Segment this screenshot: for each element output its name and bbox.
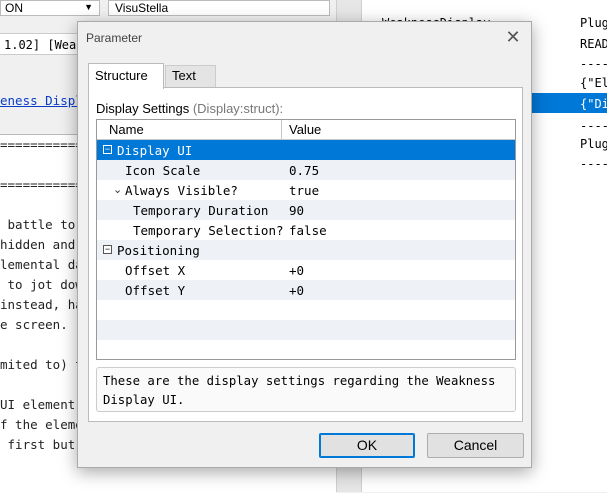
collapse-icon[interactable]: − xyxy=(103,145,112,154)
grid-row-value[interactable]: 0.75 xyxy=(289,163,319,178)
status-select[interactable]: ON ▼ xyxy=(0,0,100,16)
grid-row-value[interactable]: +0 xyxy=(289,263,304,278)
grid-row-name: Temporary Selection? xyxy=(133,223,284,238)
grid-row-value[interactable]: false xyxy=(289,223,327,238)
collapse-icon[interactable]: − xyxy=(103,245,112,254)
plugin-list-value: {"Di xyxy=(580,97,607,111)
grid-row-name: Always Visible? xyxy=(125,183,238,198)
grid-row-value[interactable]: true xyxy=(289,183,319,198)
grid-row[interactable]: − Positioning xyxy=(97,240,515,260)
author-field[interactable]: VisuStella xyxy=(108,0,330,16)
description-box: These are the display settings regarding… xyxy=(96,367,516,412)
grid-row-name: Display UI xyxy=(117,143,193,158)
plugin-list-value: Plug xyxy=(580,16,607,30)
structure-panel: Display Settings (Display:struct): Name … xyxy=(88,87,523,422)
section-hint: (Display:struct): xyxy=(192,101,284,116)
cancel-button[interactable]: Cancel xyxy=(427,433,524,458)
plugin-list-value: ---- xyxy=(580,157,607,171)
grid-row[interactable]: Temporary Selection? false xyxy=(97,220,515,240)
description-text: These are the display settings regarding… xyxy=(103,374,496,407)
ok-button[interactable]: OK xyxy=(319,433,415,458)
plugin-list-value: Plug xyxy=(580,137,607,151)
dialog-title: Parameter xyxy=(86,31,143,45)
grid-header: Name Value xyxy=(97,120,515,140)
tab-text[interactable]: Text xyxy=(165,65,216,87)
plugin-list-value: ---- xyxy=(580,57,607,71)
grid-row-name: Icon Scale xyxy=(125,163,201,178)
grid-row[interactable]: − Display UI xyxy=(97,140,515,160)
grid-row-value[interactable]: 90 xyxy=(289,203,304,218)
dialog-titlebar[interactable]: Parameter ✕ xyxy=(78,22,531,54)
parameter-dialog: Parameter ✕ Structure Text Display Setti… xyxy=(77,21,532,468)
chevron-down-icon: ▼ xyxy=(84,2,93,12)
column-header-name[interactable]: Name xyxy=(109,122,144,137)
grid-row[interactable]: Offset X +0 xyxy=(97,260,515,280)
grid-empty-row xyxy=(97,340,515,359)
grid-empty-row xyxy=(97,320,515,340)
plugin-list-value: {"El xyxy=(580,76,607,90)
column-separator[interactable] xyxy=(281,120,282,139)
grid-row[interactable]: Offset Y +0 xyxy=(97,280,515,300)
grid-row-name: Positioning xyxy=(117,243,200,258)
grid-row-name: Temporary Duration xyxy=(133,203,269,218)
plugin-list-value: ---- xyxy=(580,119,607,133)
tab-structure[interactable]: Structure xyxy=(88,63,164,89)
grid-row[interactable]: Icon Scale 0.75 xyxy=(97,160,515,180)
grid-row-name: Offset X xyxy=(125,263,186,278)
status-select-value: ON xyxy=(5,1,23,15)
column-header-value[interactable]: Value xyxy=(289,122,321,137)
close-icon[interactable]: ✕ xyxy=(503,26,523,48)
chevron-down-icon[interactable]: ⌄ xyxy=(113,183,122,196)
grid-row-name: Offset Y xyxy=(125,283,186,298)
plugin-list-value: READ xyxy=(580,37,607,51)
grid-row[interactable]: ⌄ Always Visible? true xyxy=(97,180,515,200)
grid-row-value[interactable]: +0 xyxy=(289,283,304,298)
section-label: Display Settings (Display:struct): xyxy=(96,101,283,116)
grid-empty-row xyxy=(97,300,515,320)
property-grid[interactable]: Name Value − Display UI Icon Scale 0.75 ⌄ Alw… xyxy=(96,119,516,360)
section-title: Display Settings xyxy=(96,101,190,116)
grid-row[interactable]: Temporary Duration 90 xyxy=(97,200,515,220)
